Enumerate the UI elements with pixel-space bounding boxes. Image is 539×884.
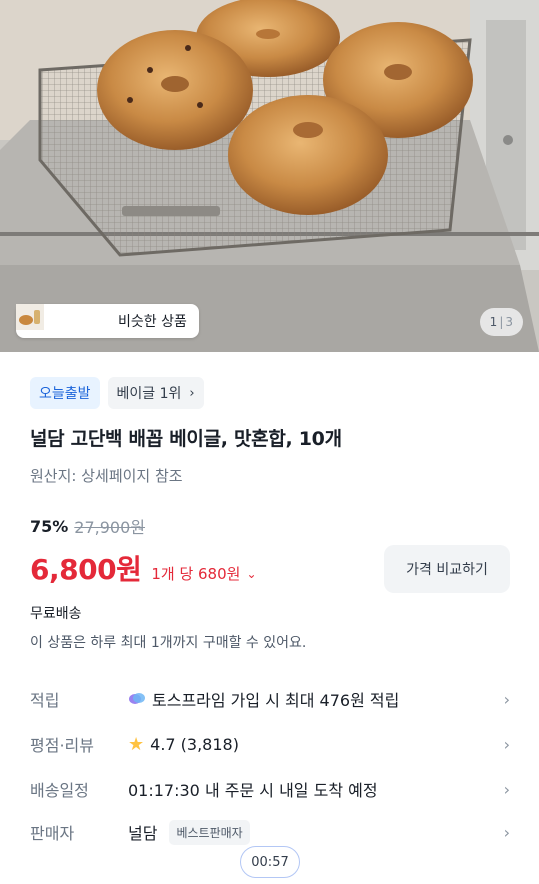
points-label: 적립 bbox=[30, 691, 60, 710]
thumbnail-baked-goods bbox=[16, 304, 108, 334]
product-tags: 오늘출발 베이글 1위 › bbox=[30, 377, 204, 409]
seller-value: 널담 베스트판매자 bbox=[128, 819, 496, 845]
star-icon: ★ bbox=[128, 733, 145, 755]
delivery-label: 배송일정 bbox=[30, 781, 89, 800]
seller-name: 널담 bbox=[128, 824, 158, 843]
rating-value: ★ 4.7 (3,818) bbox=[128, 734, 496, 755]
category-rank-tag[interactable]: 베이글 1위 › bbox=[107, 377, 204, 409]
info-row-seller[interactable]: 판매자 널담 베스트판매자 › bbox=[30, 817, 510, 847]
category-rank-label: 베이글 1위 bbox=[116, 386, 182, 402]
discount-rate: 75% bbox=[30, 516, 69, 536]
rating-text: 4.7 (3,818) bbox=[150, 734, 239, 754]
same-day-shipping-label: 오늘출발 bbox=[39, 386, 91, 402]
seller-label: 판매자 bbox=[30, 824, 75, 843]
info-row-points[interactable]: 적립 토스프라임 가입 시 최대 476원 적립 › bbox=[30, 684, 510, 714]
similar-products-label: 비슷한 상품 bbox=[118, 314, 187, 330]
delivery-value: 01:17:30 내 주문 시 내일 도착 예정 bbox=[128, 781, 378, 800]
chevron-right-icon: › bbox=[503, 734, 510, 754]
product-origin: 원산지: 상세페이지 참조 bbox=[30, 467, 183, 485]
countdown-timer: 00:57 bbox=[240, 846, 300, 878]
chevron-right-icon: › bbox=[503, 779, 510, 799]
best-seller-badge: 베스트판매자 bbox=[169, 819, 250, 845]
product-image[interactable]: 비슷한 상품 1 | 3 bbox=[0, 0, 539, 352]
unit-price-label: 1개 당 680원 bbox=[151, 565, 241, 583]
info-row-delivery[interactable]: 배송일정 01:17:30 내 주문 시 내일 도착 예정 › bbox=[30, 774, 510, 804]
product-title: 널담 고단백 배꼽 베이글, 맛혼합, 10개 bbox=[30, 428, 342, 450]
free-shipping-label: 무료배송 bbox=[30, 606, 82, 622]
rating-label: 평점·리뷰 bbox=[30, 736, 94, 755]
chevron-right-icon: › bbox=[503, 689, 510, 709]
unit-price-toggle[interactable]: 1개 당 680원 ⌄ bbox=[151, 563, 256, 584]
pager-current: 1 bbox=[489, 315, 498, 329]
discount-row: 75% 27,900원 bbox=[30, 514, 145, 538]
info-row-rating[interactable]: 평점·리뷰 ★ 4.7 (3,818) › bbox=[30, 729, 510, 759]
chevron-right-icon: › bbox=[189, 385, 195, 401]
same-day-shipping-tag: 오늘출발 bbox=[30, 377, 100, 409]
original-price: 27,900원 bbox=[74, 518, 146, 537]
points-value: 토스프라임 가입 시 최대 476원 적립 bbox=[128, 687, 496, 711]
purchase-limit-notice: 이 상품은 하루 최대 1개까지 구매할 수 있어요. bbox=[30, 635, 307, 651]
thumbnail-blue-bread bbox=[16, 304, 78, 334]
pager-separator: | bbox=[499, 315, 504, 329]
bagel-oven-photo bbox=[0, 0, 539, 352]
points-text: 토스프라임 가입 시 최대 476원 적립 bbox=[152, 691, 400, 710]
sale-price: 6,800원 bbox=[30, 553, 142, 586]
chevron-right-icon: › bbox=[503, 822, 510, 842]
similar-products-button[interactable]: 비슷한 상품 bbox=[16, 304, 199, 338]
compare-price-button[interactable]: 가격 비교하기 bbox=[384, 545, 510, 593]
chevron-down-icon: ⌄ bbox=[246, 566, 257, 581]
toss-prime-icon bbox=[129, 693, 145, 704]
price-row: 6,800원 1개 당 680원 ⌄ bbox=[30, 548, 257, 588]
similar-thumbnails bbox=[16, 304, 108, 334]
image-pager: 1 | 3 bbox=[479, 308, 523, 336]
pager-total: 3 bbox=[505, 315, 513, 329]
